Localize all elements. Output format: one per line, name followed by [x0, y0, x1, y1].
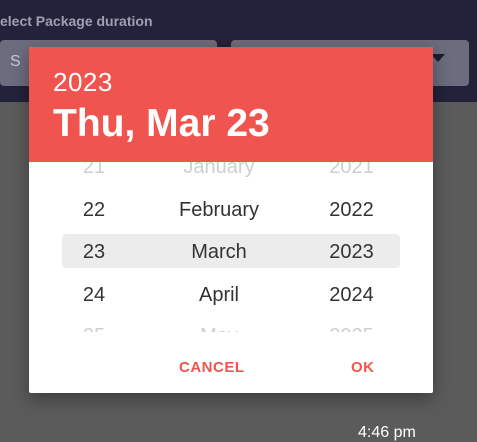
day-option[interactable]: 24 — [59, 282, 129, 308]
day-option[interactable]: 21 — [59, 162, 129, 180]
year-option[interactable]: 2021 — [304, 162, 399, 180]
dialog-actions: CANCEL OK — [29, 347, 433, 387]
chevron-down-icon — [431, 54, 445, 62]
month-option[interactable]: May — [139, 323, 299, 332]
year-option[interactable]: 2025 — [304, 323, 399, 332]
date-picker-header: 2023 Thu, Mar 23 — [29, 47, 433, 162]
year-column[interactable]: 2021 2022 2023 2024 2025 — [304, 162, 399, 332]
selected-date[interactable]: Thu, Mar 23 — [53, 102, 270, 146]
date-picker-dialog: 2023 Thu, Mar 23 21 22 23 24 25 January … — [29, 47, 433, 393]
selected-year[interactable]: 2023 — [53, 67, 113, 98]
month-option-selected[interactable]: March — [139, 239, 299, 265]
year-option-selected[interactable]: 2023 — [304, 239, 399, 265]
month-option[interactable]: February — [139, 197, 299, 223]
day-option[interactable]: 25 — [59, 323, 129, 332]
month-option[interactable]: January — [139, 162, 299, 180]
day-option[interactable]: 22 — [59, 197, 129, 223]
day-column[interactable]: 21 22 23 24 25 — [59, 162, 129, 332]
cancel-button[interactable]: CANCEL — [173, 355, 251, 380]
day-option-selected[interactable]: 23 — [59, 239, 129, 265]
year-option[interactable]: 2024 — [304, 282, 399, 308]
package-duration-label: elect Package duration — [0, 13, 153, 29]
month-option[interactable]: April — [139, 282, 299, 308]
duration-select-left-text: S — [10, 53, 21, 70]
year-option[interactable]: 2022 — [304, 197, 399, 223]
timestamp: 4:46 pm — [358, 424, 416, 441]
date-spinner: 21 22 23 24 25 January February March Ap… — [29, 162, 433, 332]
month-column[interactable]: January February March April May — [139, 162, 299, 332]
ok-button[interactable]: OK — [345, 355, 381, 380]
